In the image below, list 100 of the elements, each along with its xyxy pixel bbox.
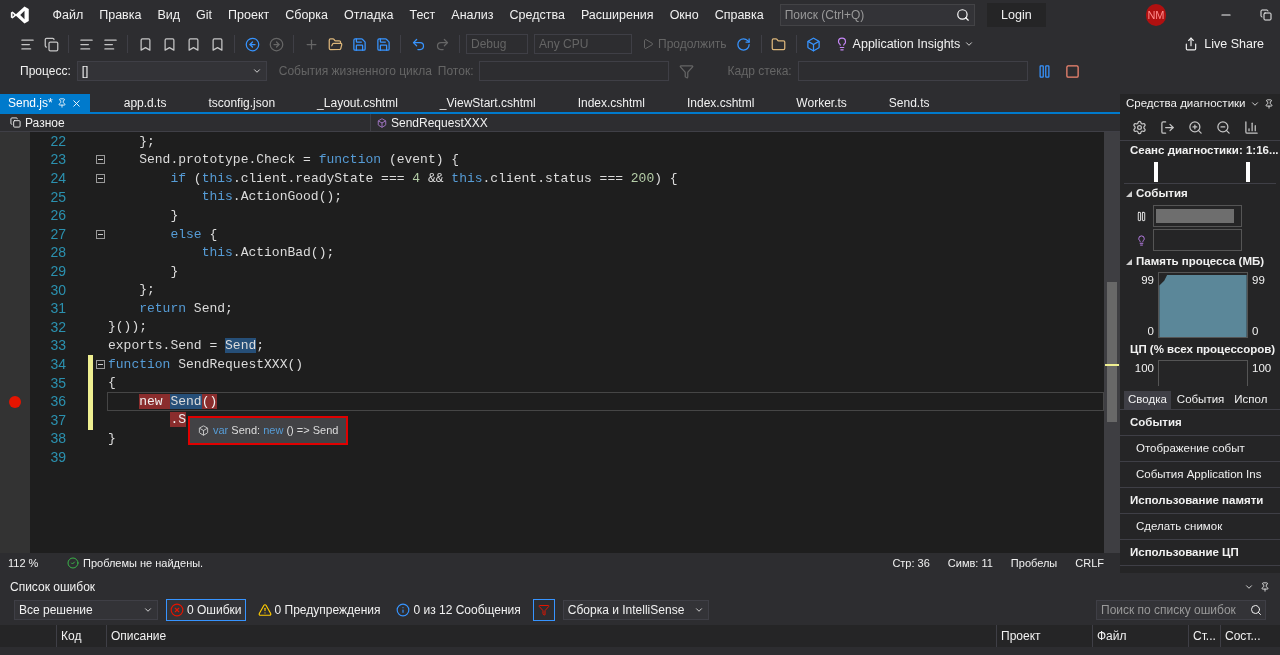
code-line: this.ActionGood();: [200, 188, 343, 207]
code-line: if (this.client.readyState === 4 && this.client.status === 200) {: [169, 169, 678, 188]
menu-item[interactable]: Git: [188, 5, 221, 25]
caret-icon[interactable]: [1244, 582, 1254, 592]
line-number: 32: [49, 317, 66, 337]
file-tab[interactable]: Worker.ts: [788, 94, 855, 112]
caret-icon: [693, 605, 704, 615]
column-header[interactable]: Ст...: [1188, 625, 1220, 647]
collapse-icon[interactable]: [96, 359, 105, 369]
thread-label: Поток:: [437, 63, 474, 80]
filter-toggle[interactable]: 0 Предупреждения: [253, 599, 385, 621]
filter-toggle[interactable]: 0 из 12 Сообщения: [392, 599, 525, 621]
process-dropdown[interactable]: []: [76, 61, 267, 81]
panel-title: Список ошибок: [10, 579, 96, 596]
line-number: 35: [49, 373, 66, 393]
filter-button[interactable]: [532, 599, 555, 621]
collapse-icon[interactable]: [96, 155, 105, 165]
menu-item[interactable]: Сборка: [277, 5, 337, 25]
menu-item[interactable]: Тест: [401, 5, 444, 25]
menu-item[interactable]: Анализ: [443, 5, 502, 25]
pin-icon[interactable]: [1263, 99, 1274, 109]
scope-dropdown[interactable]: Все решение: [14, 600, 158, 620]
file-tab[interactable]: Send.ts: [880, 94, 938, 112]
caret-icon: [251, 66, 262, 76]
insights-button[interactable]: Application Insights: [834, 34, 975, 54]
caret-icon[interactable]: [1249, 99, 1260, 109]
collapse-icon[interactable]: [96, 174, 105, 183]
line-ending-status: CRLF: [1075, 555, 1104, 571]
column-status: Симв: 11: [947, 555, 993, 571]
code-line: }());: [108, 318, 147, 337]
menu-item[interactable]: Окно: [661, 5, 707, 25]
menu-item[interactable]: Вид: [149, 5, 189, 25]
expand-triangle-icon[interactable]: [1126, 191, 1132, 197]
cube-icon: [377, 117, 387, 128]
search-icon: [1250, 604, 1262, 616]
session-title: Сеанс диагностики: 1:16...: [1120, 140, 1280, 160]
panel-tab[interactable]: Испол: [1230, 391, 1272, 409]
source-dropdown[interactable]: Сборка и IntelliSense: [562, 600, 709, 620]
caret-icon: [964, 39, 975, 49]
vertical-scrollbar[interactable]: [1104, 132, 1120, 553]
member-dropdown[interactable]: SendRequestXXX: [370, 113, 735, 132]
check-icon: [67, 557, 79, 569]
panel-tab[interactable]: Сводка: [1124, 391, 1171, 409]
axis-label: 99: [1252, 273, 1265, 288]
line-number: 26: [49, 206, 66, 226]
file-tab[interactable]: tsconfig.json: [200, 94, 284, 112]
quick-info-tooltip: var Send: new () => Send: [188, 416, 349, 445]
axis-label: 100: [1133, 361, 1154, 376]
panel-tab[interactable]: События: [1172, 391, 1229, 409]
expand-triangle-icon[interactable]: [1126, 259, 1132, 265]
stack-frame-label: Кадр стека:: [727, 63, 792, 80]
code-line: };: [138, 132, 155, 151]
timeline-ruler[interactable]: [1124, 160, 1276, 184]
line-number: 36: [49, 392, 66, 412]
search-icon: [956, 8, 971, 22]
close-icon[interactable]: [70, 97, 82, 109]
line-number: 25: [49, 187, 66, 207]
code-line: new Send(): [138, 392, 218, 411]
column-header[interactable]: Описание: [106, 625, 996, 647]
search-field[interactable]: Поиск (Ctrl+Q): [779, 4, 976, 26]
collapse-icon[interactable]: [96, 229, 105, 239]
file-tab[interactable]: Send.js*: [0, 94, 90, 112]
menu-item[interactable]: Средства: [501, 5, 573, 25]
column-header[interactable]: Код: [56, 625, 106, 647]
file-tab[interactable]: Index.cshtml: [569, 94, 653, 112]
project-dropdown[interactable]: Разное: [10, 113, 370, 132]
summary-link[interactable]: Сделать снимок: [1136, 517, 1223, 536]
live-share-button[interactable]: Live Share: [1184, 34, 1264, 54]
column-header[interactable]: Сост...: [1220, 625, 1264, 647]
code-line: exports.Send = Send;: [108, 337, 265, 356]
column-header[interactable]: Проект: [996, 625, 1092, 647]
menu-item[interactable]: Файл: [44, 5, 92, 25]
column-header[interactable]: Файл: [1092, 625, 1188, 647]
summary-heading: Использование ЦП: [1130, 544, 1239, 560]
indent-status: Пробелы: [1010, 555, 1058, 571]
file-tab[interactable]: _ViewStart.cshtml: [431, 94, 544, 112]
section-heading: События: [1136, 186, 1188, 202]
pin-icon[interactable]: [1260, 582, 1270, 592]
warning-icon: [257, 603, 272, 617]
file-tab[interactable]: _Layout.cshtml: [309, 94, 406, 112]
error-search-field[interactable]: Поиск по списку ошибок: [1096, 600, 1266, 620]
code-line: }: [169, 262, 179, 281]
file-tab[interactable]: Index.cshtml: [679, 94, 763, 112]
zoom-dropdown[interactable]: 112 %: [8, 554, 63, 572]
app-logo[interactable]: [10, 4, 31, 26]
axis-label: 0: [1252, 323, 1260, 339]
menu-item[interactable]: Проект: [220, 5, 278, 25]
filter-toggle[interactable]: 0 Ошибки: [166, 599, 246, 621]
summary-link[interactable]: События Application Ins: [1136, 465, 1262, 484]
pause-icon: [1136, 210, 1147, 222]
file-tab[interactable]: app.d.ts: [115, 94, 175, 112]
menu-item[interactable]: Правка: [91, 5, 150, 25]
summary-link[interactable]: Отображение событ: [1136, 439, 1245, 458]
cube-icon: [198, 425, 209, 436]
login-button[interactable]: Login: [987, 3, 1046, 27]
axis-label: 99: [1141, 273, 1154, 288]
menu-item[interactable]: Расширения: [572, 5, 662, 25]
menu-item[interactable]: Отладка: [336, 5, 402, 25]
menu-item[interactable]: Справка: [706, 5, 772, 25]
line-number: 33: [49, 336, 66, 356]
